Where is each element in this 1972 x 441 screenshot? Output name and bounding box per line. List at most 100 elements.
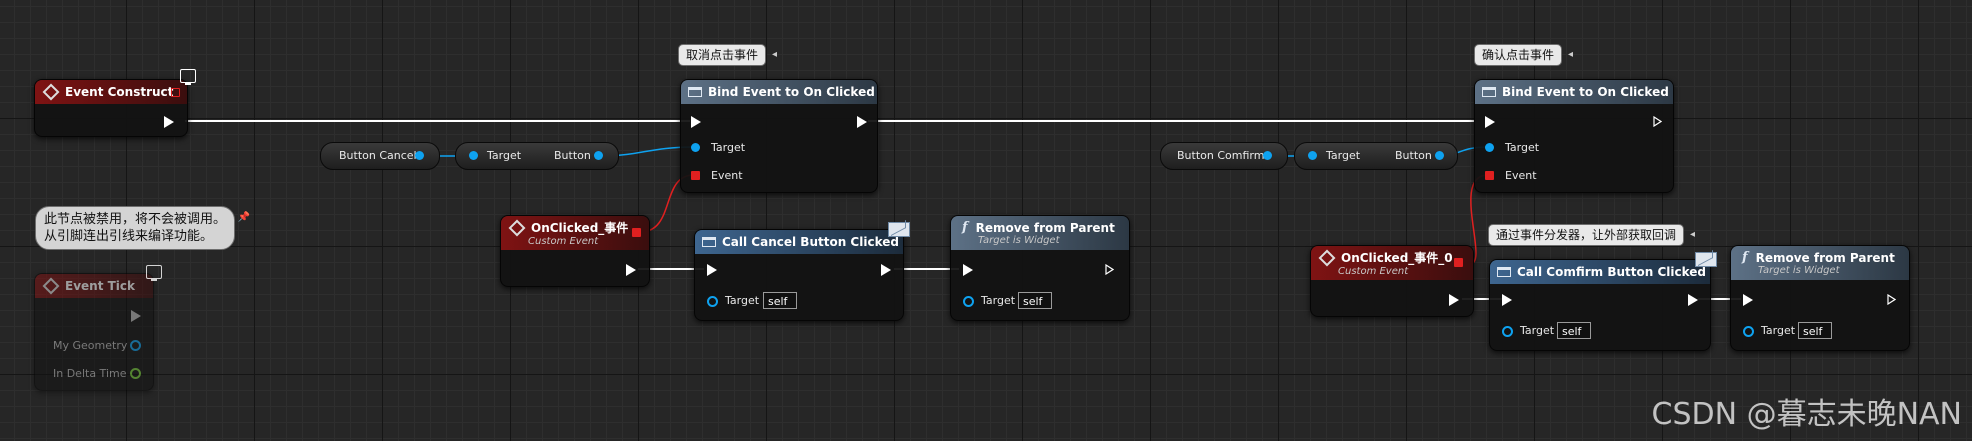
exec-in-pin[interactable]	[1743, 294, 1753, 306]
exec-in-pin[interactable]	[691, 116, 701, 128]
in-delta-time-label: In Delta Time	[53, 367, 127, 380]
call-confirm-header: Call Comfirm Button Clicked	[1490, 260, 1710, 284]
exec-in-pin[interactable]	[1485, 116, 1495, 128]
target-in-pin[interactable]	[1502, 326, 1513, 337]
disabled-node-comment: 此节点被禁用，将不会被调用。 从引脚连出引线来编译功能。 📌	[35, 206, 250, 250]
remove-cancel-header: f Remove from Parent Target is Widget	[951, 216, 1129, 250]
bind-confirm-title: Bind Event to On Clicked	[1502, 85, 1669, 99]
event-in-pin[interactable]	[1485, 171, 1494, 180]
exec-out-pin[interactable]	[1887, 294, 1896, 305]
onclicked-confirm-node[interactable]: OnClicked_事件_0 Custom Event	[1310, 245, 1474, 317]
exec-out-pin[interactable]	[1449, 294, 1459, 306]
remove-from-parent-cancel-node[interactable]: f Remove from Parent Target is Widget Ta…	[950, 215, 1130, 321]
delegate-out-pin[interactable]	[632, 228, 641, 237]
function-icon	[1497, 267, 1511, 277]
exec-out-pin[interactable]	[1688, 294, 1698, 306]
delegate-out-pin[interactable]	[1454, 258, 1463, 267]
monitor-icon	[180, 69, 196, 85]
remove-from-parent-confirm-node[interactable]: f Remove from Parent Target is Widget Ta…	[1730, 245, 1910, 351]
event-label: Event	[1505, 169, 1537, 182]
target-in-pin[interactable]	[691, 143, 700, 152]
onclicked-cancel-title: OnClicked_事件	[531, 221, 629, 235]
exec-out-pin[interactable]	[131, 310, 141, 322]
event-tick-header: Event Tick	[35, 274, 153, 298]
target-in-pin[interactable]	[963, 296, 974, 307]
pin-icon[interactable]: ◂	[1568, 45, 1573, 65]
call-cancel-title: Call Cancel Button Clicked	[722, 235, 899, 249]
event-construct-node[interactable]: Event Construct	[34, 79, 188, 137]
exec-in-pin[interactable]	[707, 264, 717, 276]
call-cancel-header: Call Cancel Button Clicked	[695, 230, 903, 254]
pin-icon[interactable]: 📌	[238, 209, 250, 226]
my-geometry-pin[interactable]	[130, 340, 141, 351]
onclicked-confirm-header: OnClicked_事件_0 Custom Event	[1311, 246, 1473, 280]
button-comfirm-out-pin[interactable]	[1263, 151, 1272, 160]
button-out-pin[interactable]	[1435, 151, 1444, 160]
event-tick-node[interactable]: Event Tick My Geometry In Delta Time	[34, 273, 154, 391]
call-confirm-title: Call Comfirm Button Clicked	[1517, 265, 1707, 279]
function-icon	[1482, 87, 1496, 97]
exec-in-pin[interactable]	[963, 264, 973, 276]
onclicked-cancel-node[interactable]: OnClicked_事件 Custom Event	[500, 215, 650, 287]
exec-out-pin[interactable]	[881, 264, 891, 276]
target-in-pin[interactable]	[469, 151, 478, 160]
monitor-icon	[146, 265, 162, 281]
call-cancel-button-clicked-node[interactable]: Call Cancel Button Clicked Target self	[694, 229, 904, 321]
envelope-icon	[1695, 252, 1717, 267]
onclicked-cancel-header: OnClicked_事件 Custom Event	[501, 216, 649, 250]
get-confirm-target-node[interactable]: Target Button	[1294, 142, 1458, 170]
target-in-pin[interactable]	[1743, 326, 1754, 337]
button-cancel-variable[interactable]: Button Cancel	[320, 142, 440, 170]
remove-cancel-subtitle: Target is Widget	[978, 235, 1060, 246]
get-cancel-target-node[interactable]: Target Button	[455, 142, 619, 170]
exec-out-pin[interactable]	[1105, 264, 1114, 275]
event-label: Event	[711, 169, 743, 182]
pin-icon[interactable]: ◂	[772, 45, 777, 65]
function-f-icon: f	[962, 220, 968, 235]
target-in-pin[interactable]	[1308, 151, 1317, 160]
call-comfirm-button-clicked-node[interactable]: Call Comfirm Button Clicked Target self	[1489, 259, 1711, 351]
exec-out-pin[interactable]	[1653, 116, 1662, 127]
disabled-comment-line2: 从引脚连出引线来编译功能。	[44, 229, 214, 244]
target-in-pin[interactable]	[1485, 143, 1494, 152]
bind-confirm-comment-text: 确认点击事件	[1482, 48, 1555, 62]
bind-cancel-comment-text: 取消点击事件	[686, 48, 759, 62]
button-out-pin[interactable]	[594, 151, 603, 160]
button-comfirm-variable[interactable]: Button Comfirm	[1160, 142, 1288, 170]
blueprint-graph-canvas[interactable]: Event Construct 此节点被禁用，将不会被调用。 从引脚连出引线来编…	[0, 0, 1972, 441]
remove-confirm-title: Remove from Parent	[1755, 250, 1895, 265]
exec-out-pin[interactable]	[626, 264, 636, 276]
exec-out-pin[interactable]	[857, 116, 867, 128]
function-f-icon: f	[1742, 250, 1748, 265]
bind-confirm-header: Bind Event to On Clicked	[1475, 80, 1673, 104]
button-out-label: Button	[554, 149, 591, 162]
event-diamond-icon	[42, 83, 60, 101]
function-icon	[688, 87, 702, 97]
event-in-pin[interactable]	[691, 171, 700, 180]
delegate-pin[interactable]	[171, 88, 180, 97]
target-in-pin[interactable]	[707, 296, 718, 307]
bind-event-cancel-node[interactable]: Bind Event to On Clicked Target Event	[680, 79, 878, 193]
target-self-field[interactable]: self	[1798, 322, 1832, 339]
remove-confirm-header: f Remove from Parent Target is Widget	[1731, 246, 1909, 280]
remove-confirm-subtitle: Target is Widget	[1758, 265, 1840, 276]
target-self-field[interactable]: self	[1018, 292, 1052, 309]
function-icon	[702, 237, 716, 247]
remove-cancel-title: Remove from Parent	[975, 220, 1115, 235]
exec-out-pin[interactable]	[164, 116, 174, 128]
target-self-field[interactable]: self	[763, 292, 797, 309]
bind-event-confirm-node[interactable]: Bind Event to On Clicked Target Event	[1474, 79, 1674, 193]
disabled-comment-line1: 此节点被禁用，将不会被调用。	[44, 212, 227, 227]
bind-confirm-comment: 确认点击事件 ◂	[1474, 44, 1573, 66]
event-diamond-icon	[1318, 249, 1336, 266]
pin-icon[interactable]: ◂	[1690, 225, 1695, 245]
in-delta-time-pin[interactable]	[130, 368, 141, 379]
bind-cancel-comment: 取消点击事件 ◂	[678, 44, 777, 66]
exec-in-pin[interactable]	[1502, 294, 1512, 306]
envelope-icon	[888, 222, 910, 237]
target-label: Target	[711, 141, 746, 154]
button-cancel-out-pin[interactable]	[415, 151, 424, 160]
event-construct-header: Event Construct	[35, 80, 187, 104]
event-construct-title: Event Construct	[65, 85, 174, 99]
target-self-field[interactable]: self	[1557, 322, 1591, 339]
